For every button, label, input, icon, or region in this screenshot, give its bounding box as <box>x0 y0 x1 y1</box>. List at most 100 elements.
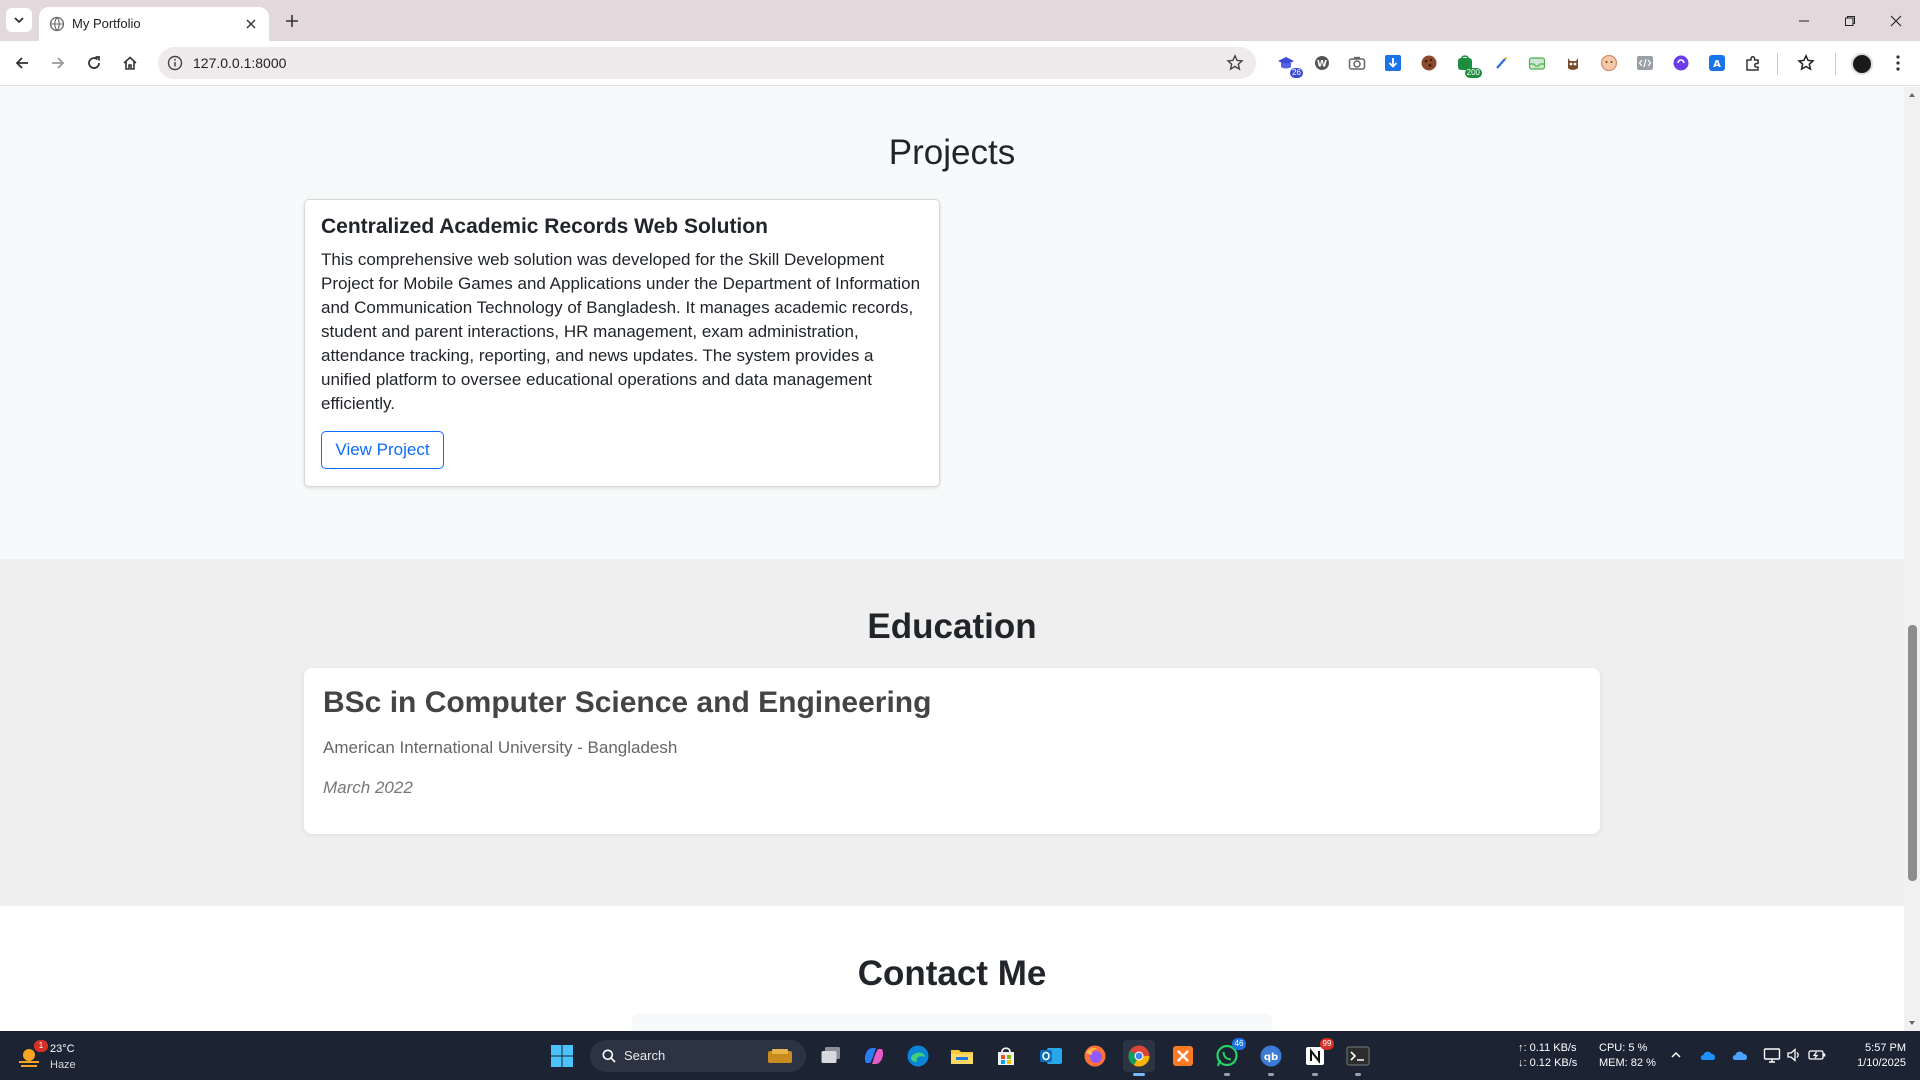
home-icon <box>123 56 137 70</box>
scrollbar-thumb[interactable] <box>1908 625 1917 881</box>
active-indicator <box>1133 1073 1145 1076</box>
active-tab[interactable]: My Portfolio <box>39 7 269 41</box>
copilot-icon[interactable] <box>858 1040 890 1072</box>
url-text[interactable]: 127.0.0.1:8000 <box>193 55 286 71</box>
start-button[interactable] <box>546 1040 578 1072</box>
running-indicator <box>1224 1073 1230 1076</box>
clock-date: 1/10/2025 <box>1857 1057 1906 1069</box>
ext-camera-icon[interactable] <box>1347 53 1367 73</box>
ext-pen-icon[interactable] <box>1491 53 1511 73</box>
chevron-up-icon <box>1671 1051 1681 1058</box>
ext-cookie-icon[interactable] <box>1419 53 1439 73</box>
network-monitor-icon[interactable] <box>1763 1046 1781 1064</box>
kebab-menu-icon <box>1896 55 1900 71</box>
close-icon <box>1890 15 1902 26</box>
weather-condition: Haze <box>50 1059 76 1071</box>
profile-avatar[interactable] <box>1851 53 1873 75</box>
weather-temp: 23°C <box>50 1043 75 1055</box>
degree-title: BSc in Computer Science and Engineering <box>323 686 932 719</box>
project-description: This comprehensive web solution was deve… <box>321 250 921 413</box>
projects-section: Projects Centralized Academic Records We… <box>0 87 1904 559</box>
reload-button[interactable] <box>80 49 108 77</box>
cpu-usage: CPU: 5 % <box>1599 1042 1648 1054</box>
bookmark-star-icon[interactable] <box>1226 54 1244 72</box>
forward-button[interactable] <box>44 49 72 77</box>
taskbar-search[interactable]: Search <box>590 1040 806 1072</box>
notion-icon[interactable]: 99 <box>1299 1038 1334 1076</box>
ext-badge: 26 <box>1290 68 1303 78</box>
scroll-down-arrow-icon[interactable] <box>1908 1019 1916 1027</box>
whatsapp-icon[interactable]: 46 <box>1211 1038 1246 1076</box>
site-info-icon[interactable] <box>167 55 183 71</box>
search-icon <box>602 1049 616 1063</box>
tab-search-button[interactable] <box>6 8 32 32</box>
scroll-up-arrow-icon[interactable] <box>1908 91 1916 99</box>
edge-icon[interactable] <box>902 1040 934 1072</box>
back-button[interactable] <box>8 49 36 77</box>
plus-icon <box>286 15 298 27</box>
xampp-icon[interactable] <box>1167 1040 1199 1072</box>
address-bar[interactable]: 127.0.0.1:8000 <box>158 47 1256 79</box>
ext-owl-icon[interactable] <box>1563 53 1583 73</box>
svg-text:W: W <box>1317 60 1327 70</box>
memory-usage: MEM: 82 % <box>1599 1057 1656 1069</box>
extensions-puzzle-icon[interactable] <box>1743 53 1763 73</box>
project-title: Centralized Academic Records Web Solutio… <box>321 215 768 238</box>
contact-heading: Contact Me <box>857 954 1047 993</box>
menu-button[interactable] <box>1884 49 1912 77</box>
home-button[interactable] <box>116 49 144 77</box>
globe-icon <box>49 16 65 32</box>
toolbar-divider <box>1777 53 1778 75</box>
bookmarks-star-icon[interactable] <box>1796 53 1816 73</box>
windows-start-icon <box>551 1045 573 1067</box>
volume-icon[interactable] <box>1785 1046 1803 1064</box>
arrow-left-icon <box>15 57 28 69</box>
page-scrollbar[interactable] <box>1904 87 1920 1031</box>
restore-icon <box>1845 15 1855 26</box>
restore-button[interactable] <box>1827 0 1873 41</box>
ext-download-icon[interactable] <box>1383 53 1403 73</box>
toolbar-divider <box>1835 53 1836 75</box>
terminal-icon[interactable] <box>1342 1040 1374 1076</box>
ext-badge: 200 <box>1464 68 1482 78</box>
ext-face-icon[interactable] <box>1599 53 1619 73</box>
minimize-icon <box>1799 20 1809 21</box>
qbittorrent-icon[interactable]: qb <box>1255 1040 1287 1076</box>
weather-widget[interactable]: 1 23°C Haze <box>16 1040 86 1072</box>
tray-overflow-button[interactable] <box>1667 1046 1685 1064</box>
page-viewport: Projects Centralized Academic Records We… <box>0 87 1904 1031</box>
ext-inbox-icon[interactable] <box>1527 53 1547 73</box>
battery-icon[interactable] <box>1808 1046 1826 1064</box>
new-tab-button[interactable] <box>279 8 305 34</box>
contact-form <box>632 1013 1272 1031</box>
task-view-icon[interactable] <box>815 1040 847 1072</box>
ext-hat-icon[interactable]: 26 <box>1276 53 1303 78</box>
ext-circle-purple-icon[interactable] <box>1671 53 1691 73</box>
close-icon <box>246 19 256 29</box>
taskbar: 1 23°C Haze Search 46 qb 99 ↑: 0.11 KB/s… <box>0 1031 1920 1080</box>
firefox-icon[interactable] <box>1079 1040 1111 1072</box>
svg-text:A: A <box>1713 59 1721 70</box>
system-clock[interactable]: 5:57 PM 1/10/2025 <box>1842 1041 1906 1071</box>
store-icon[interactable] <box>990 1040 1022 1072</box>
ext-code-icon[interactable] <box>1635 53 1655 73</box>
outlook-icon[interactable] <box>1035 1040 1067 1072</box>
education-section: Education BSc in Computer Science and En… <box>0 559 1904 906</box>
ext-green-bag-icon[interactable]: 200 <box>1455 53 1482 78</box>
minimize-button[interactable] <box>1781 0 1827 41</box>
onedrive-icon[interactable] <box>1699 1046 1717 1064</box>
running-indicator <box>1268 1073 1274 1076</box>
projects-heading: Projects <box>888 133 1016 172</box>
download-speed: ↓: 0.12 KB/s <box>1518 1057 1578 1069</box>
onedrive-business-icon[interactable] <box>1731 1046 1749 1064</box>
tab-close-button[interactable] <box>241 14 261 34</box>
file-explorer-icon[interactable] <box>946 1040 978 1072</box>
view-project-button[interactable]: View Project <box>321 431 444 469</box>
ext-translate-icon[interactable]: A <box>1707 53 1727 73</box>
chrome-icon[interactable] <box>1123 1040 1155 1076</box>
clock-time: 5:57 PM <box>1865 1042 1906 1054</box>
school-name: American International University - Bang… <box>323 738 678 757</box>
close-window-button[interactable] <box>1873 0 1919 41</box>
svg-text:qb: qb <box>1264 1052 1278 1063</box>
ext-wordpress-icon[interactable]: W <box>1312 53 1332 73</box>
